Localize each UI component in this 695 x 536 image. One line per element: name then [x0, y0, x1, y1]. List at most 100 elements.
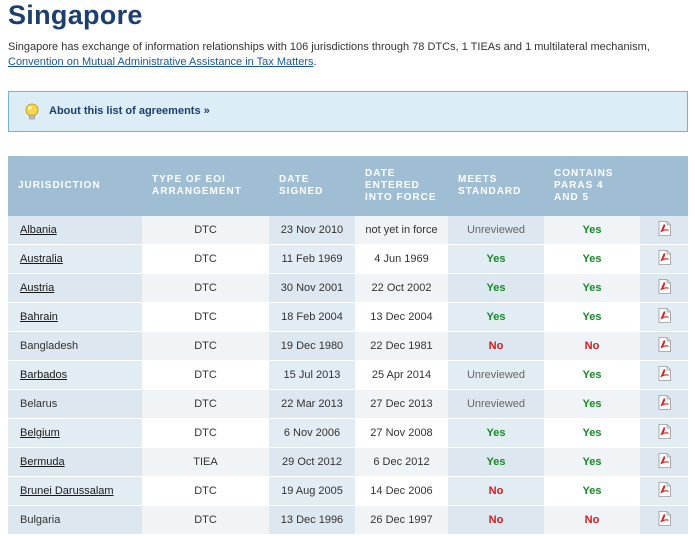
- meets-standard-cell: Yes: [448, 244, 544, 274]
- date-signed-cell: 29 Oct 2012: [269, 447, 355, 477]
- intro-paragraph: Singapore has exchange of information re…: [8, 40, 688, 70]
- agreements-table: JURISDICTION TYPE OF EOI ARRANGEMENT DAT…: [8, 156, 688, 535]
- about-panel: About this list of agreements »: [8, 91, 688, 132]
- date-force-cell: 4 Jun 1969: [355, 244, 448, 274]
- date-force-cell: 27 Dec 2013: [355, 389, 448, 419]
- meets-standard-cell: Yes: [448, 418, 544, 448]
- meets-standard-cell: No: [448, 505, 544, 535]
- about-agreements-link[interactable]: About this list of agreements »: [49, 105, 210, 117]
- jurisdiction-name: Bulgaria: [20, 514, 61, 526]
- jurisdiction-link[interactable]: Barbados: [20, 369, 67, 381]
- pdf-cell: [640, 331, 688, 361]
- intro-end: .: [313, 56, 317, 68]
- type-cell: DTC: [142, 418, 269, 448]
- meets-standard-cell: Yes: [448, 273, 544, 303]
- table-row: Brunei Darussalam DTC 19 Aug 2005 14 Dec 20…: [8, 476, 688, 506]
- pdf-icon[interactable]: [658, 511, 671, 526]
- pdf-icon[interactable]: [658, 337, 671, 352]
- pdf-cell: [640, 273, 688, 303]
- date-signed-cell: 22 Mar 2013: [269, 389, 355, 419]
- meets-standard-cell: No: [448, 476, 544, 506]
- header-contains-paras[interactable]: CONTAINS PARAS 4 AND 5: [544, 156, 640, 216]
- pdf-icon[interactable]: [658, 395, 671, 410]
- table-row: Bahrain DTC 18 Feb 2004 13 Dec 2004 Yes Yes: [8, 302, 688, 332]
- lightbulb-icon: [25, 103, 39, 120]
- jurisdiction-link[interactable]: Belgium: [20, 427, 60, 439]
- type-cell: DTC: [142, 216, 269, 245]
- date-signed-cell: 30 Nov 2001: [269, 273, 355, 303]
- pdf-icon[interactable]: [658, 366, 671, 381]
- contains-paras-cell: Yes: [544, 244, 640, 274]
- contains-paras-cell: Yes: [544, 302, 640, 332]
- table-row: Australia DTC 11 Feb 1969 4 Jun 1969 Yes Yes: [8, 244, 688, 274]
- pdf-cell: [640, 418, 688, 448]
- pdf-cell: [640, 244, 688, 274]
- convention-link[interactable]: Convention on Mutual Administrative Assi…: [8, 56, 314, 68]
- page-title: Singapore: [8, 0, 143, 30]
- meets-standard-cell: Unreviewed: [448, 360, 544, 390]
- jurisdiction-link[interactable]: Australia: [20, 253, 63, 265]
- jurisdiction-cell: Albania: [8, 216, 142, 245]
- date-signed-cell: 23 Nov 2010: [269, 216, 355, 245]
- contains-paras-cell: Yes: [544, 389, 640, 419]
- table-row: Bulgaria DTC 13 Dec 1996 26 Dec 1997 No No: [8, 505, 688, 535]
- meets-standard-cell: No: [448, 331, 544, 361]
- contains-paras-cell: Yes: [544, 476, 640, 506]
- date-force-cell: 14 Dec 2006: [355, 476, 448, 506]
- contains-paras-cell: No: [544, 505, 640, 535]
- header-type[interactable]: TYPE OF EOI ARRANGEMENT: [142, 156, 269, 216]
- pdf-cell: [640, 216, 688, 245]
- jurisdiction-cell: Bahrain: [8, 302, 142, 332]
- pdf-icon[interactable]: [658, 221, 671, 236]
- jurisdiction-link[interactable]: Albania: [20, 224, 57, 236]
- pdf-icon[interactable]: [658, 482, 671, 497]
- pdf-icon[interactable]: [658, 424, 671, 439]
- type-cell: DTC: [142, 302, 269, 332]
- type-cell: DTC: [142, 244, 269, 274]
- jurisdiction-link[interactable]: Austria: [20, 282, 54, 294]
- contains-paras-cell: Yes: [544, 447, 640, 477]
- pdf-icon[interactable]: [658, 308, 671, 323]
- type-cell: DTC: [142, 331, 269, 361]
- date-signed-cell: 15 Jul 2013: [269, 360, 355, 390]
- jurisdiction-link[interactable]: Bermuda: [20, 456, 65, 468]
- date-force-cell: 13 Dec 2004: [355, 302, 448, 332]
- pdf-cell: [640, 389, 688, 419]
- type-cell: DTC: [142, 360, 269, 390]
- header-date-signed[interactable]: DATE SIGNED: [269, 156, 355, 216]
- jurisdiction-cell: Austria: [8, 273, 142, 303]
- contains-paras-cell: Yes: [544, 418, 640, 448]
- jurisdiction-cell: Bulgaria: [8, 505, 142, 535]
- jurisdiction-cell: Brunei Darussalam: [8, 476, 142, 506]
- pdf-cell: [640, 447, 688, 477]
- pdf-icon[interactable]: [658, 250, 671, 265]
- date-force-cell: 27 Nov 2008: [355, 418, 448, 448]
- jurisdiction-cell: Australia: [8, 244, 142, 274]
- header-meets-standard[interactable]: MEETS STANDARD: [448, 156, 544, 216]
- jurisdiction-cell: Belarus: [8, 389, 142, 419]
- table-row: Bangladesh DTC 19 Dec 1980 22 Dec 1981 No No: [8, 331, 688, 361]
- jurisdiction-link[interactable]: Brunei Darussalam: [20, 485, 114, 497]
- jurisdiction-cell: Bangladesh: [8, 331, 142, 361]
- pdf-icon[interactable]: [658, 453, 671, 468]
- table-row: Belgium DTC 6 Nov 2006 27 Nov 2008 Yes Yes: [8, 418, 688, 448]
- type-cell: DTC: [142, 273, 269, 303]
- table-row: Belarus DTC 22 Mar 2013 27 Dec 2013 Unreview…: [8, 389, 688, 419]
- contains-paras-cell: Yes: [544, 360, 640, 390]
- jurisdiction-cell: Bermuda: [8, 447, 142, 477]
- meets-standard-cell: Unreviewed: [448, 389, 544, 419]
- table-row: Bermuda TIEA 29 Oct 2012 6 Dec 2012 Yes Yes: [8, 447, 688, 477]
- jurisdiction-cell: Barbados: [8, 360, 142, 390]
- jurisdiction-name: Belarus: [20, 398, 58, 410]
- header-date-force[interactable]: DATE ENTERED INTO FORCE: [355, 156, 448, 216]
- header-jurisdiction[interactable]: JURISDICTION: [8, 156, 142, 216]
- pdf-cell: [640, 505, 688, 535]
- jurisdiction-link[interactable]: Bahrain: [20, 311, 58, 323]
- meets-standard-cell: Unreviewed: [448, 216, 544, 245]
- type-cell: TIEA: [142, 447, 269, 477]
- date-signed-cell: 11 Feb 1969: [269, 244, 355, 274]
- date-force-cell: 26 Dec 1997: [355, 505, 448, 535]
- pdf-cell: [640, 476, 688, 506]
- date-signed-cell: 19 Aug 2005: [269, 476, 355, 506]
- pdf-icon[interactable]: [658, 279, 671, 294]
